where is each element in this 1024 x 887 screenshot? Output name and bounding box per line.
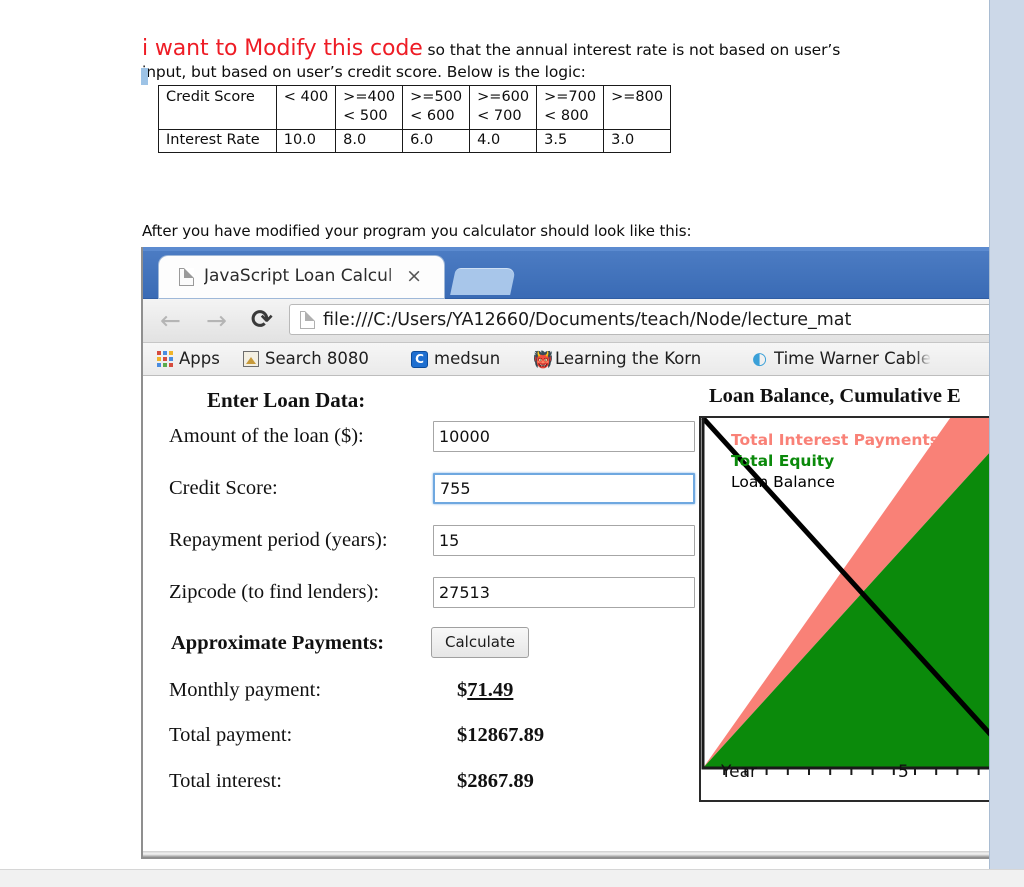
legend-item-equity: Total Equity <box>731 452 835 471</box>
bookmark-search-8080[interactable]: Search 8080 <box>243 347 369 371</box>
repayment-period-input[interactable] <box>433 525 695 556</box>
result-row-monthly-payment: Monthly payment: $71.49 <box>169 679 709 709</box>
legend-item-interest: Total Interest Payments <box>731 431 940 449</box>
zipcode-input[interactable] <box>433 577 695 608</box>
table-row: Interest Rate 10.0 8.0 6.0 4.0 3.5 3.0 <box>158 129 672 154</box>
browser-screenshot-image: JavaScript Loan Calcul × ← → ⟳ file:///C… <box>141 247 990 859</box>
close-icon[interactable]: × <box>406 265 422 287</box>
document-bottom-strip <box>0 869 1024 887</box>
row-header-credit-score: Credit Score <box>158 84 277 131</box>
value-monthly-payment: $71.49 <box>457 679 514 701</box>
page-favicon-icon <box>179 268 194 286</box>
cell-rate-3: 4.0 <box>469 129 538 154</box>
label-repayment-period: Repayment period (years): <box>169 529 388 551</box>
field-row-repayment-period: Repayment period (years): <box>169 525 729 559</box>
legend-item-balance: Loan Balance <box>731 473 835 492</box>
bookmark-label: Search 8080 <box>265 349 369 368</box>
chart-title: Loan Balance, Cumulative E <box>709 385 961 407</box>
letter-c-icon: C <box>411 350 428 368</box>
bookmark-label: medsun <box>434 349 501 368</box>
bookmark-apps[interactable]: Apps <box>157 347 220 371</box>
apps-grid-icon <box>157 351 173 367</box>
label-monthly-payment: Monthly payment: <box>169 679 322 701</box>
cell-credit-2: >=500 < 600 <box>402 84 471 131</box>
reload-icon[interactable]: ⟳ <box>251 306 273 334</box>
cell-credit-0: < 400 <box>275 84 337 131</box>
devil-icon: 👹 <box>533 349 553 369</box>
row-header-interest-rate: Interest Rate <box>158 129 277 154</box>
browser-tab-strip: JavaScript Loan Calcul × <box>143 247 990 299</box>
credit-score-rate-table: Credit Score < 400 >=400 < 500 >=500 < 6… <box>158 84 672 154</box>
cell-credit-1: >=400 < 500 <box>335 84 404 131</box>
result-row-total-interest: Total interest: $2867.89 <box>169 770 709 800</box>
browser-tab-title: JavaScript Loan Calcul <box>204 266 393 286</box>
amount-input[interactable] <box>433 421 695 452</box>
bookmarks-bar: Apps Search 8080 C medsun 👹 Learning the… <box>143 343 990 376</box>
field-row-credit-score: Credit Score: <box>169 473 729 507</box>
bookmark-label: Apps <box>179 349 220 368</box>
forward-arrow-icon[interactable]: → <box>206 308 227 333</box>
chart-x-tick-5: 5 <box>898 762 909 782</box>
cell-rate-4: 3.5 <box>536 129 605 154</box>
intro-highlight: i want to Modify this code <box>142 35 423 61</box>
loan-chart: Total Interest Payments Total Equity Loa… <box>699 416 990 802</box>
intro-paragraph: i want to Modify this code so that the a… <box>142 35 842 83</box>
document-scroll-gutter[interactable] <box>989 0 1024 870</box>
text-cursor-marker <box>141 68 148 85</box>
label-amount: Amount of the loan ($): <box>169 425 364 447</box>
value-total-payment: $12867.89 <box>457 724 545 746</box>
browser-window-bottom-edge <box>143 851 990 857</box>
cell-credit-5: >=800 <box>603 84 672 131</box>
bookmark-learning-the-korn[interactable]: 👹 Learning the Korn <box>533 347 701 371</box>
value-total-interest: $2867.89 <box>457 770 534 792</box>
bookmark-label: Learning the Korn <box>555 349 702 368</box>
address-bar[interactable]: file:///C:/Users/YA12660/Documents/teach… <box>289 304 990 335</box>
label-zipcode: Zipcode (to find lenders): <box>169 581 380 603</box>
document-canvas: i want to Modify this code so that the a… <box>0 0 990 870</box>
field-row-amount: Amount of the loan ($): <box>169 421 729 455</box>
payments-heading: Approximate Payments: <box>171 632 385 654</box>
label-total-interest: Total interest: <box>169 770 282 792</box>
cell-rate-2: 6.0 <box>402 129 471 154</box>
bookmark-time-warner-cable[interactable]: ◐ Time Warner Cable <box>751 347 931 371</box>
result-row-total-payment: Total payment: $12867.89 <box>169 724 709 754</box>
cell-credit-3: >=600 < 700 <box>469 84 538 131</box>
loan-calculator-page: Enter Loan Data: Amount of the loan ($):… <box>143 376 990 857</box>
field-row-zipcode: Zipcode (to find lenders): <box>169 577 729 611</box>
image-icon <box>243 351 259 367</box>
calculate-button[interactable]: Calculate <box>431 627 530 658</box>
file-icon <box>300 311 315 329</box>
cell-rate-5: 3.0 <box>603 129 672 154</box>
table-row: Credit Score < 400 >=400 < 500 >=500 < 6… <box>158 84 672 131</box>
bookmark-label: Time Warner Cable <box>774 349 931 368</box>
swirl-icon: ◐ <box>752 348 767 369</box>
new-tab-button[interactable] <box>450 268 516 295</box>
cell-rate-1: 8.0 <box>335 129 404 154</box>
chart-legend: Total Interest Payments Total Equity Loa… <box>731 430 939 493</box>
form-heading: Enter Loan Data: <box>207 388 366 412</box>
credit-score-input[interactable] <box>433 473 695 504</box>
address-bar-url: file:///C:/Users/YA12660/Documents/teach… <box>323 310 852 330</box>
cell-rate-0: 10.0 <box>275 129 337 154</box>
back-arrow-icon[interactable]: ← <box>160 308 181 333</box>
browser-toolbar: ← → ⟳ file:///C:/Users/YA12660/Documents… <box>143 299 990 343</box>
after-paragraph: After you have modified your program you… <box>142 222 692 240</box>
label-credit-score: Credit Score: <box>169 477 278 499</box>
bookmark-medsun[interactable]: C medsun <box>411 347 500 371</box>
label-total-payment: Total payment: <box>169 724 293 746</box>
browser-tab[interactable]: JavaScript Loan Calcul × <box>159 256 444 298</box>
cell-credit-4: >=700 < 800 <box>536 84 605 131</box>
chart-x-axis-label: Year <box>721 762 757 782</box>
